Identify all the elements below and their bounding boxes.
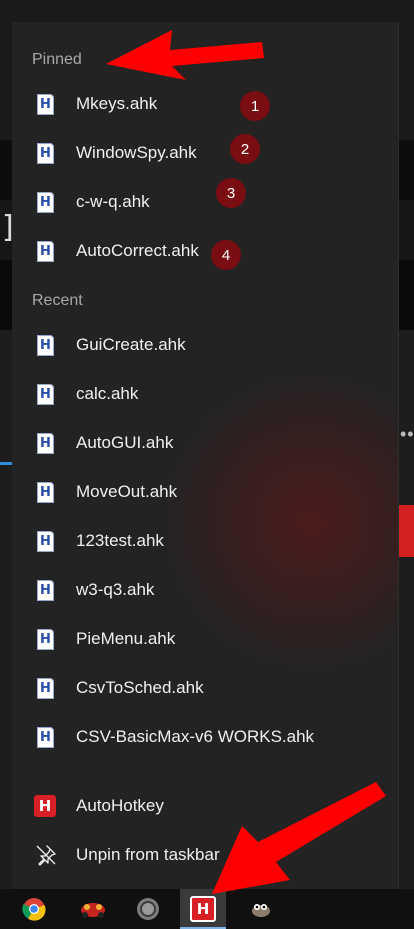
number-badge: 1 [240, 91, 270, 121]
open-autohotkey-item[interactable]: H AutoHotkey [12, 783, 398, 829]
taskbar-circle-app-button[interactable] [125, 889, 171, 929]
taskbar-racing-app-button[interactable] [70, 889, 116, 929]
ahk-file-icon: H [37, 677, 54, 699]
unpin-icon [36, 845, 56, 866]
ahk-file-icon: H [37, 726, 54, 748]
pinned-item-windowspy[interactable]: H WindowSpy.ahk [12, 130, 398, 176]
pinned-item-mkeys[interactable]: H Mkeys.ahk [12, 81, 398, 127]
recent-item[interactable]: H w3-q3.ahk [12, 567, 398, 613]
taskbar: H [0, 889, 414, 929]
recent-item-label: PieMenu.ahk [76, 629, 176, 648]
number-badge: 4 [211, 240, 241, 270]
recent-item[interactable]: H AutoGUI.ahk [12, 420, 398, 466]
ahk-file-icon: H [37, 628, 54, 650]
circle-app-icon [137, 898, 159, 920]
pinned-item-label: c-w-q.ahk [76, 192, 150, 211]
recent-item[interactable]: H 123test.ahk [12, 518, 398, 564]
ahk-file-icon: H [37, 383, 54, 405]
recent-item-label: CSV-BasicMax-v6 WORKS.ahk [76, 727, 315, 746]
recent-item[interactable]: H MoveOut.ahk [12, 469, 398, 515]
taskbar-jump-list: Pinned H Mkeys.ahk H WindowSpy.ahk H c-w… [12, 22, 399, 889]
ahk-file-icon: H [37, 191, 54, 213]
recent-item-label: CsvToSched.ahk [76, 678, 204, 697]
ahk-file-icon: H [37, 579, 54, 601]
autohotkey-icon: H [190, 896, 216, 922]
pinned-section-label: Pinned [32, 51, 82, 68]
recent-item-label: calc.ahk [76, 384, 139, 403]
ahk-file-icon: H [37, 240, 54, 262]
pinned-item-label: Mkeys.ahk [76, 94, 158, 113]
recent-item-label: MoveOut.ahk [76, 482, 178, 501]
pinned-item-label: WindowSpy.ahk [76, 143, 197, 162]
recent-item-label: AutoGUI.ahk [76, 433, 174, 452]
recent-item[interactable]: H PieMenu.ahk [12, 616, 398, 662]
number-badge: 2 [230, 134, 260, 164]
recent-item-label: GuiCreate.ahk [76, 335, 186, 354]
taskbar-autohotkey-button[interactable]: H [180, 889, 226, 929]
ahk-file-icon: H [37, 334, 54, 356]
ahk-file-icon: H [37, 481, 54, 503]
pinned-item-autocorrect[interactable]: H AutoCorrect.ahk [12, 228, 398, 274]
number-badge: 3 [216, 178, 246, 208]
taskbar-chrome-button[interactable] [11, 889, 57, 929]
taskbar-gimp-button[interactable] [238, 889, 284, 929]
autohotkey-icon: H [34, 795, 56, 817]
more-dots-icon: •• [400, 424, 414, 444]
recent-item[interactable]: H CSV-BasicMax-v6 WORKS.ahk [12, 714, 398, 760]
pinned-item-label: AutoCorrect.ahk [76, 241, 199, 260]
background-blue-line [0, 462, 12, 465]
gimp-icon [252, 904, 270, 917]
recent-item-label: w3-q3.ahk [76, 580, 155, 599]
pinned-item-c-w-q[interactable]: H c-w-q.ahk [12, 179, 398, 225]
ahk-file-icon: H [37, 93, 54, 115]
ahk-file-icon: H [37, 530, 54, 552]
ahk-file-icon: H [37, 142, 54, 164]
unpin-from-taskbar-item[interactable]: Unpin from taskbar [12, 832, 398, 878]
recent-item[interactable]: H GuiCreate.ahk [12, 322, 398, 368]
ahk-file-icon: H [37, 432, 54, 454]
recent-section-label: Recent [32, 292, 83, 309]
recent-item[interactable]: H calc.ahk [12, 371, 398, 417]
unpin-label: Unpin from taskbar [76, 845, 220, 864]
recent-item[interactable]: H CsvToSched.ahk [12, 665, 398, 711]
recent-item-label: 123test.ahk [76, 531, 164, 550]
app-label: AutoHotkey [76, 796, 164, 815]
chrome-icon [22, 898, 46, 921]
racing-app-icon [81, 903, 105, 918]
background-red-tab [398, 505, 414, 557]
